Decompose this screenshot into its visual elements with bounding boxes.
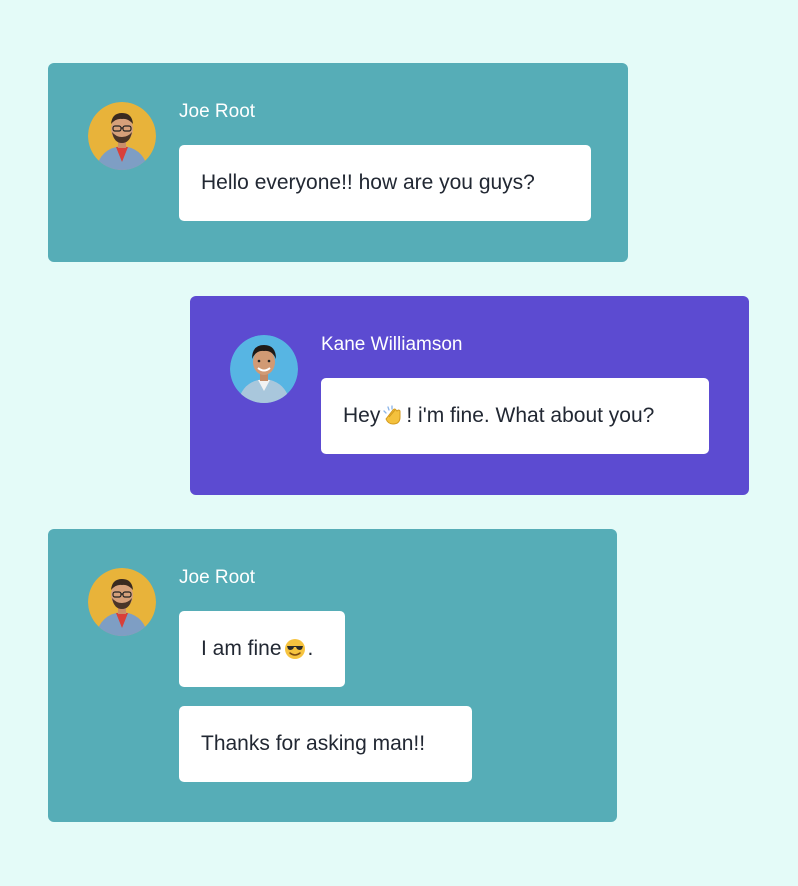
sunglasses-face-emoji [284, 638, 306, 660]
message-text-after: ! i'm fine. What about you? [406, 404, 655, 427]
message-card: Joe Root I am fine . Thanks for asking m… [48, 529, 617, 822]
message-text-before: Hey [343, 404, 381, 427]
message-card: Joe Root Hello everyone!! how are you gu… [48, 63, 628, 262]
message-text-after: . [307, 637, 314, 660]
message-text: Thanks for asking man!! [201, 732, 426, 755]
message-text-before: I am fine [201, 637, 282, 660]
message-bubble: Hey ! i'm fine. What about you? [321, 378, 709, 454]
message-bubble: Thanks for asking man!! [179, 706, 472, 782]
sender-name: Joe Root [179, 101, 256, 122]
avatar-joe-root[interactable] [88, 102, 156, 170]
sender-name: Joe Root [179, 567, 256, 588]
avatar-joe-root[interactable] [88, 568, 156, 636]
message-text: Hello everyone!! how are you guys? [201, 171, 535, 194]
sender-name: Kane Williamson [321, 334, 463, 355]
message-bubble: Hello everyone!! how are you guys? [179, 145, 591, 221]
message-bubble: I am fine . [179, 611, 345, 687]
clapping-hands-emoji [382, 405, 404, 427]
avatar-kane-williamson[interactable] [230, 335, 298, 403]
message-card: Kane Williamson Hey ! i'm fine. What abo… [190, 296, 749, 495]
